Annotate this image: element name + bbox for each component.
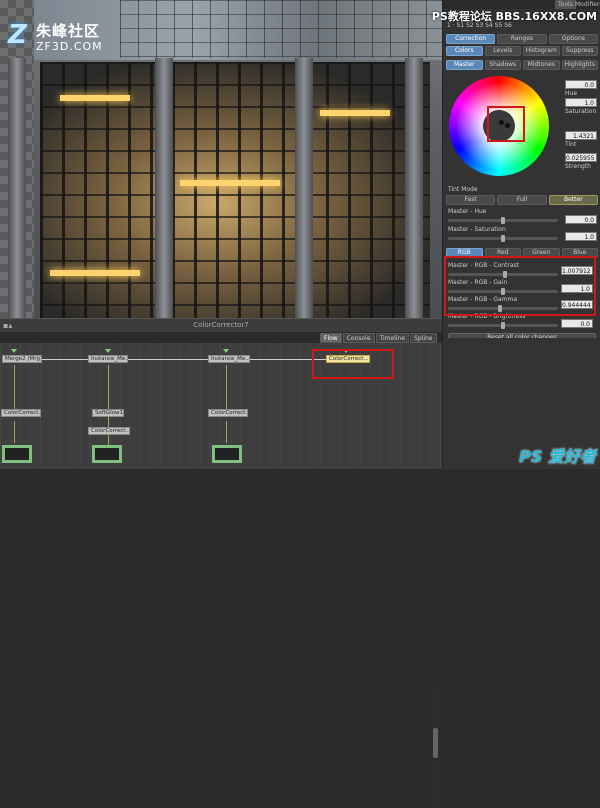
slider-knob[interactable] (501, 322, 505, 329)
master-saturation-slider[interactable] (448, 235, 558, 242)
interior-light (320, 110, 390, 116)
flow-scrollbar[interactable] (432, 688, 439, 808)
tint-label: Tint (565, 141, 577, 148)
tint-mode-better[interactable]: Better (548, 195, 598, 205)
building-column (155, 58, 173, 318)
tab-highlights[interactable]: Highlights (561, 60, 598, 70)
node-instance[interactable]: Instance_Me... (88, 355, 128, 363)
hue-field[interactable]: 0.0 (565, 80, 597, 89)
node-merge[interactable]: Merge2 (Mrg) (2, 355, 42, 363)
flow-wire (226, 421, 227, 443)
site-logo: Z 朱峰社区 ZF3D.COM (8, 20, 168, 60)
node-softglow[interactable]: SoftGlow1 (92, 409, 124, 417)
tab-options[interactable]: Options (548, 34, 598, 44)
color-point-handle[interactable] (499, 120, 504, 125)
flow-wire (226, 365, 227, 411)
node-input-arrow (105, 349, 111, 353)
tab-levels[interactable]: Levels (484, 46, 521, 56)
flow-tabs: Flow Console Timeline Spline (320, 333, 437, 343)
building-column (405, 58, 423, 318)
correction-tabs: Correction Ranges Options (446, 34, 598, 44)
building-column (295, 58, 313, 318)
image-viewer[interactable]: Z 朱峰社区 ZF3D.COM (0, 0, 442, 318)
tint-mode-full[interactable]: Full (497, 195, 547, 205)
logo-z-icon: Z (8, 20, 27, 50)
tab-timeline[interactable]: Timeline (375, 333, 410, 343)
node-highlight-box (312, 349, 394, 379)
master-hue-label: Master - Hue (448, 208, 487, 215)
tint-field[interactable]: 1.4321 (565, 131, 597, 140)
saturation-label: Saturation (565, 108, 597, 115)
node-colorcorrector[interactable]: ColorCorrect... (88, 427, 130, 435)
node-thumbnail[interactable] (212, 445, 242, 463)
tab-ranges[interactable]: Ranges (497, 34, 547, 44)
tint-mode-label: Tint Mode (448, 186, 478, 193)
color-mode-tabs: Colors Levels Histogram Suppress (446, 46, 598, 56)
tab-shadows[interactable]: Shadows (484, 60, 521, 70)
tab-colors[interactable]: Colors (446, 46, 483, 56)
brightness-slider[interactable] (448, 322, 558, 329)
strength-field[interactable]: 0.025955 (565, 153, 597, 162)
interior-light (180, 180, 280, 186)
hue-label: Hue (565, 90, 578, 97)
viewer-title: ColorCorrector7 (193, 321, 249, 329)
range-tabs: Master Shadows Midtones Highlights (446, 60, 598, 70)
slider-knob[interactable] (501, 235, 505, 242)
tab-flow[interactable]: Flow (320, 333, 342, 343)
flow-wire (14, 365, 15, 411)
tab-console[interactable]: Console (342, 333, 375, 343)
node-instance[interactable]: Instance_Me... (208, 355, 250, 363)
saturation-field[interactable]: 1.0 (565, 98, 597, 107)
flow-wire (128, 359, 208, 360)
tint-mode-buttons: Fast Full Better (446, 195, 598, 205)
master-saturation-label: Master - Saturation (448, 226, 506, 233)
color-wheel[interactable] (449, 76, 549, 176)
psahz-watermark: PS 爱好者 (519, 447, 596, 466)
forum-watermark: PS教程论坛 BBS.16XX8.COM (431, 10, 597, 23)
tool-icon-bar[interactable]: 1 · S1 S2 S3 S4 S5 S6 (443, 22, 600, 32)
strength-label: Strength (565, 163, 591, 170)
tint-mode-fast[interactable]: Fast (446, 195, 496, 205)
tab-midtones[interactable]: Midtones (523, 60, 560, 70)
node-thumbnail[interactable] (92, 445, 122, 463)
logo-url-text: ZF3D.COM (36, 40, 103, 53)
interior-light (50, 270, 140, 276)
master-hue-slider[interactable] (448, 217, 558, 224)
building-column (8, 58, 26, 318)
flow-wire (14, 421, 15, 443)
tab-spline[interactable]: Spline (410, 333, 437, 343)
node-input-arrow (223, 349, 229, 353)
node-colorcorrector[interactable]: ColorCorrect... (1, 409, 41, 417)
color-point-handle[interactable] (505, 123, 510, 128)
tab-suppress[interactable]: Suppress (561, 46, 598, 56)
node-colorcorrector[interactable]: ColorCorrect... (208, 409, 248, 417)
slider-knob[interactable] (501, 217, 505, 224)
tab-master[interactable]: Master (446, 60, 483, 70)
master-saturation-field[interactable]: 1.0 (565, 232, 597, 241)
interior-light (60, 95, 130, 101)
logo-chinese-text: 朱峰社区 (36, 22, 101, 40)
tab-correction[interactable]: Correction (446, 34, 496, 44)
brightness-field[interactable]: 0.0 (561, 319, 593, 328)
viewer-title-bar: ▪▴ ColorCorrector7 (0, 318, 442, 332)
node-thumbnail[interactable] (2, 445, 32, 463)
node-input-arrow (11, 349, 17, 353)
scrollbar-thumb[interactable] (433, 728, 438, 758)
building-upper-grid (120, 0, 442, 58)
tab-histogram[interactable]: Histogram (523, 46, 560, 56)
master-hue-field[interactable]: 0.0 (565, 215, 597, 224)
rgb-adjust-highlight-box (444, 256, 596, 316)
